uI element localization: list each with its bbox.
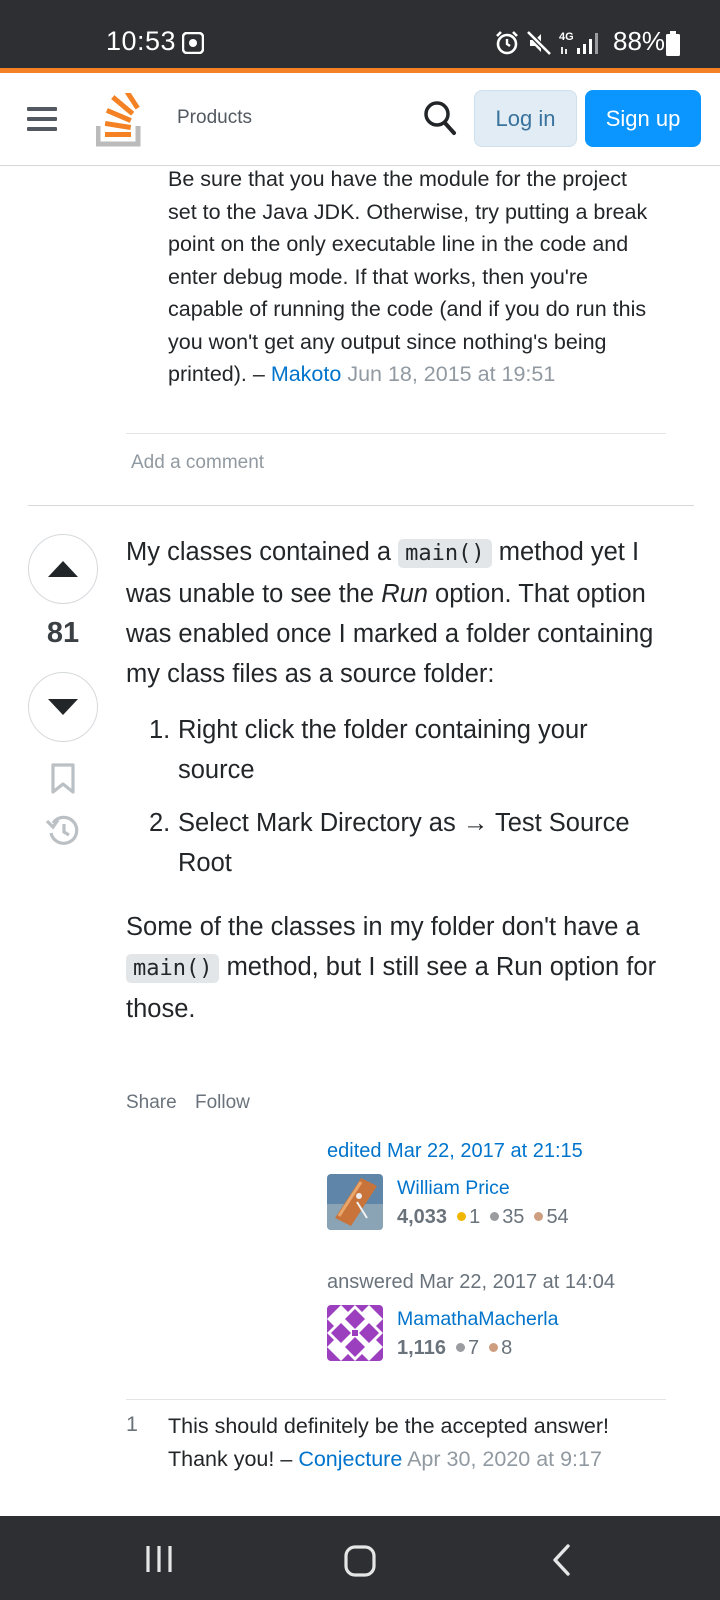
reputation-score: 1,116 xyxy=(397,1337,446,1359)
list-item: 2. Select Mark Directory as → Test Source… xyxy=(149,809,630,877)
status-bar: 10:53 4G 88% xyxy=(0,0,720,68)
user-name-link[interactable]: William Price xyxy=(397,1177,510,1200)
downvote-button[interactable] xyxy=(28,672,98,742)
bronze-badge-icon xyxy=(489,1343,499,1353)
inline-code: main() xyxy=(126,954,220,983)
comment-date-link[interactable]: Jun 18, 2015 at 19:51 xyxy=(347,362,555,386)
reputation: 1,116 7 8 xyxy=(397,1337,513,1359)
comment-dash: – xyxy=(280,1446,293,1471)
gold-badge-icon xyxy=(457,1212,467,1222)
hamburger-menu-icon[interactable] xyxy=(27,107,57,131)
silver-badge-icon xyxy=(490,1212,500,1222)
stackoverflow-logo-icon[interactable] xyxy=(96,93,142,147)
system-nav-bar xyxy=(0,1516,720,1600)
inline-code: main() xyxy=(398,539,492,568)
bronze-badge-icon xyxy=(534,1212,544,1222)
login-button[interactable]: Log in xyxy=(474,90,577,147)
add-comment-link[interactable]: Add a comment xyxy=(131,452,264,474)
vote-count: 81 xyxy=(46,617,80,649)
status-time: 10:53 xyxy=(106,26,177,56)
comment-date-link[interactable]: Apr 30, 2020 at 9:17 xyxy=(407,1447,602,1471)
screen-record-icon xyxy=(182,32,204,54)
upvote-button[interactable] xyxy=(28,534,98,604)
answer-paragraph: Some of the classes in my folder don't h… xyxy=(126,913,657,1023)
editor-card: edited Mar 22, 2017 at 21:15 William Pri… xyxy=(327,1140,667,1230)
products-link[interactable]: Products xyxy=(177,107,252,129)
answer-divider xyxy=(28,505,694,506)
follow-link[interactable]: Follow xyxy=(195,1092,250,1113)
comment-dash: – xyxy=(252,362,265,386)
search-icon[interactable] xyxy=(423,100,457,136)
comment-author-link[interactable]: Makoto xyxy=(271,362,342,386)
bookmark-icon[interactable] xyxy=(49,763,77,795)
battery-icon xyxy=(666,31,680,56)
comment-score: 1 xyxy=(126,1412,138,1436)
user-name-link[interactable]: MamathaMacherla xyxy=(397,1308,558,1331)
answer-paragraph: My classes contained a main() method yet… xyxy=(126,538,654,688)
comment-item: Be sure that you have the module for the… xyxy=(168,163,658,391)
back-icon[interactable] xyxy=(551,1544,573,1576)
alarm-icon xyxy=(496,31,518,55)
mute-icon xyxy=(526,30,552,56)
upvote-arrow-icon xyxy=(48,561,78,577)
list-item: 1. Right click the folder containing your… xyxy=(149,716,588,784)
signal-icon xyxy=(561,33,598,54)
downvote-arrow-icon xyxy=(48,699,78,715)
recents-icon[interactable] xyxy=(144,1544,174,1574)
comment-text: Be sure that you have the module for the… xyxy=(168,167,648,386)
comment-divider xyxy=(126,433,666,434)
comment-item: This should definitely be the accepted a… xyxy=(168,1410,658,1475)
home-icon[interactable] xyxy=(343,1544,377,1578)
answer-body: My classes contained a main() method yet… xyxy=(126,532,671,1029)
answerer-card: answered Mar 22, 2017 at 14:04 MamathaMa… xyxy=(327,1271,667,1361)
avatar[interactable] xyxy=(327,1174,383,1230)
silver-badge-icon xyxy=(455,1343,465,1353)
battery-percent: 88% xyxy=(613,26,666,56)
edited-timestamp-link[interactable]: edited Mar 22, 2017 at 21:15 xyxy=(327,1140,667,1163)
reputation-score: 4,033 xyxy=(397,1206,448,1228)
signup-button[interactable]: Sign up xyxy=(585,90,701,147)
reputation: 4,033 1 35 54 xyxy=(397,1206,569,1228)
answered-timestamp: answered Mar 22, 2017 at 14:04 xyxy=(327,1271,615,1293)
steps-list: 1. Right click the folder containing your… xyxy=(126,710,671,883)
share-link[interactable]: Share xyxy=(126,1092,177,1113)
comment-author-link[interactable]: Conjecture xyxy=(298,1447,402,1471)
history-icon[interactable] xyxy=(45,814,81,848)
comment-divider xyxy=(126,1399,666,1400)
avatar[interactable] xyxy=(327,1305,383,1361)
post-menu: Share Follow xyxy=(126,1092,263,1114)
top-header: Products Log in Sign up xyxy=(0,73,720,166)
